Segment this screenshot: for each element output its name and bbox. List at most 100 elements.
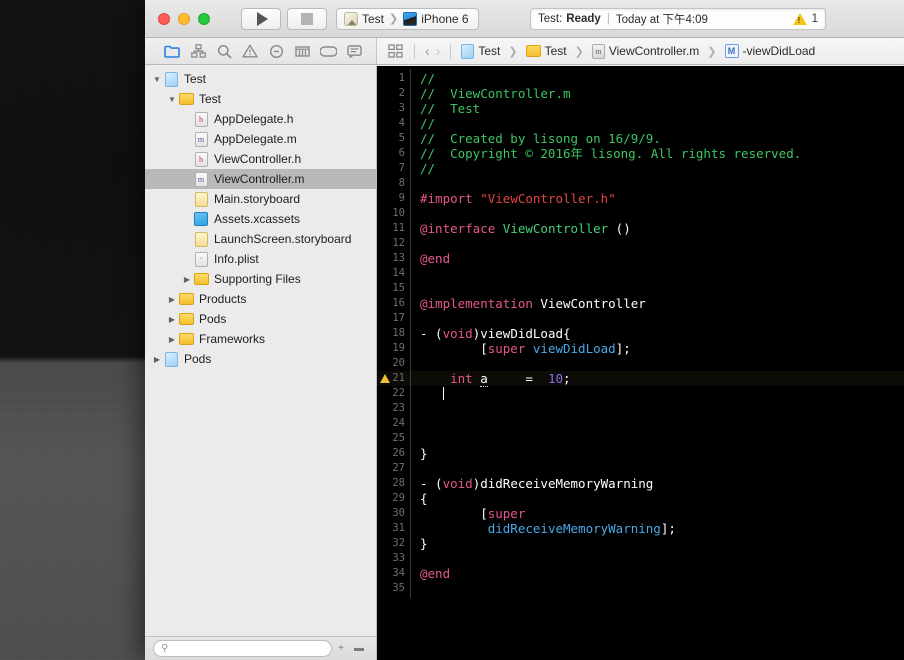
code-line[interactable]: 29 { bbox=[377, 489, 904, 508]
chevron-right-icon[interactable] bbox=[166, 335, 178, 344]
code-line[interactable]: 28- (void)didReceiveMemoryWarning bbox=[377, 474, 904, 493]
file-tree-row[interactable]: h ViewController.h bbox=[145, 149, 376, 169]
code-line[interactable]: 23 bbox=[377, 399, 904, 418]
stop-icon bbox=[301, 12, 313, 25]
chevron-down-icon[interactable] bbox=[151, 75, 163, 84]
file-tree-row[interactable]: Products bbox=[145, 289, 376, 309]
folder-icon bbox=[178, 313, 194, 325]
code-line[interactable]: 20 bbox=[377, 354, 904, 373]
report-navigator-icon[interactable] bbox=[345, 43, 363, 60]
code-line[interactable]: 8 bbox=[377, 174, 904, 193]
code-line[interactable]: 32} bbox=[377, 534, 904, 553]
file-tree-row[interactable]: LaunchScreen.storyboard bbox=[145, 229, 376, 249]
file-tree-row[interactable]: m ViewController.m bbox=[145, 169, 376, 189]
code-line[interactable]: 25 bbox=[377, 429, 904, 448]
code-line[interactable]: 5 // Created by lisong on 16/9/9. bbox=[377, 129, 904, 148]
chevron-right-icon[interactable] bbox=[166, 315, 178, 324]
code-line[interactable]: 1 // bbox=[377, 69, 904, 88]
code-line[interactable]: 15 bbox=[377, 279, 904, 298]
chevron-down-icon[interactable] bbox=[166, 95, 178, 104]
token-kw: @end bbox=[420, 251, 451, 266]
line-number: 11 bbox=[377, 219, 411, 238]
code-line[interactable]: 7 // bbox=[377, 159, 904, 178]
file-tree-row[interactable]: Test bbox=[145, 69, 376, 89]
chevron-right-icon[interactable] bbox=[151, 355, 163, 364]
scheme-destination-control[interactable]: Test ❯ iPhone 6 bbox=[336, 7, 479, 30]
close-button[interactable] bbox=[158, 12, 170, 25]
code-line[interactable]: 12 bbox=[377, 234, 904, 253]
code-line[interactable]: 11 @interface ViewController () bbox=[377, 219, 904, 238]
file-tree-row-label: ViewController.m bbox=[214, 172, 305, 186]
file-tree-row[interactable]: Test bbox=[145, 89, 376, 109]
find-navigator-icon[interactable] bbox=[215, 43, 233, 60]
file-tree-row[interactable]: Main.storyboard bbox=[145, 189, 376, 209]
token-kw: void bbox=[442, 476, 473, 491]
code-line[interactable]: 21 int a = 10; bbox=[377, 369, 904, 388]
file-tree-row[interactable]: Pods bbox=[145, 349, 376, 369]
chevron-right-icon[interactable] bbox=[181, 275, 193, 284]
forward-button[interactable]: › bbox=[436, 43, 441, 59]
activity-status-bar[interactable]: Test: Ready | Today at 下午4:09 1 bbox=[530, 8, 826, 30]
maximize-button[interactable] bbox=[198, 12, 210, 25]
code-lines: 1 // 2 // ViewController.m 3 // Test 4 // 5 // Cr… bbox=[377, 66, 904, 598]
file-tree-row[interactable]: Frameworks bbox=[145, 329, 376, 349]
add-button[interactable]: + bbox=[332, 643, 350, 654]
file-tree-row[interactable]: ≡ Info.plist bbox=[145, 249, 376, 269]
minimize-button[interactable] bbox=[178, 12, 190, 25]
warning-count[interactable]: 1 bbox=[812, 13, 818, 25]
folder-icon bbox=[178, 293, 194, 305]
line-number: 10 bbox=[377, 204, 411, 223]
code-line[interactable]: 31 didReceiveMemoryWarning]; bbox=[377, 519, 904, 538]
breadcrumb-group[interactable]: Test bbox=[525, 44, 567, 58]
breakpoint-navigator-icon[interactable] bbox=[319, 43, 337, 60]
code-line[interactable]: 6 // Copyright © 2016年 lisong. All rights… bbox=[377, 144, 904, 163]
issue-navigator-icon[interactable] bbox=[241, 43, 259, 60]
breadcrumb-file[interactable]: m ViewController.m bbox=[591, 43, 699, 59]
code-line[interactable]: 19 [super viewDidLoad]; bbox=[377, 339, 904, 358]
code-line[interactable]: 14 bbox=[377, 264, 904, 283]
code-line[interactable]: 34 @end bbox=[377, 564, 904, 583]
code-line[interactable]: 4 // bbox=[377, 114, 904, 133]
source-editor[interactable]: 1 // 2 // ViewController.m 3 // Test 4 // 5 // Cr… bbox=[377, 66, 904, 660]
code-line[interactable]: 9 #import "ViewController.h" bbox=[377, 189, 904, 208]
file-tree-row[interactable]: Supporting Files bbox=[145, 269, 376, 289]
related-items-icon[interactable] bbox=[386, 43, 404, 60]
header-file-icon-glyph: h bbox=[194, 151, 208, 167]
code-line[interactable]: 13 @end bbox=[377, 249, 904, 268]
line-source: @implementation ViewController bbox=[411, 296, 646, 311]
code-line[interactable]: 22 bbox=[377, 384, 904, 403]
back-button[interactable]: ‹ bbox=[425, 43, 430, 59]
file-tree-row[interactable]: Pods bbox=[145, 309, 376, 329]
code-line[interactable]: 33 bbox=[377, 549, 904, 568]
code-line[interactable]: 26} bbox=[377, 444, 904, 463]
line-source: // bbox=[411, 116, 435, 131]
code-line[interactable]: 2 // ViewController.m bbox=[377, 84, 904, 103]
filter-input[interactable]: ⚲ bbox=[153, 640, 332, 657]
status-state: Ready bbox=[566, 13, 601, 25]
code-line[interactable]: 10 bbox=[377, 204, 904, 223]
run-button[interactable] bbox=[241, 7, 281, 30]
filter-options-button[interactable]: ▬ bbox=[350, 643, 368, 654]
stop-button[interactable] bbox=[287, 7, 327, 30]
debug-navigator-icon[interactable] bbox=[293, 43, 311, 60]
project-navigator-icon[interactable] bbox=[163, 43, 181, 60]
folder-icon bbox=[178, 333, 194, 345]
file-tree-row[interactable]: m AppDelegate.m bbox=[145, 129, 376, 149]
chevron-right-icon[interactable] bbox=[166, 295, 178, 304]
test-navigator-icon[interactable] bbox=[267, 43, 285, 60]
code-line[interactable]: 24 bbox=[377, 414, 904, 433]
breadcrumb-project[interactable]: Test bbox=[461, 43, 500, 59]
file-tree-row[interactable]: Assets.xcassets bbox=[145, 209, 376, 229]
code-line[interactable]: 30 [super bbox=[377, 504, 904, 523]
code-line[interactable]: 17 bbox=[377, 309, 904, 328]
code-line[interactable]: 18- (void)viewDidLoad{ bbox=[377, 324, 904, 343]
code-line[interactable]: 35 bbox=[377, 579, 904, 598]
token-method: didReceiveMemoryWarning bbox=[487, 521, 661, 536]
line-source: - (void)didReceiveMemoryWarning bbox=[411, 476, 653, 491]
breadcrumb-symbol[interactable]: M -viewDidLoad bbox=[724, 44, 815, 58]
code-line[interactable]: 27 bbox=[377, 459, 904, 478]
code-line[interactable]: 16 @implementation ViewController bbox=[377, 294, 904, 313]
file-tree-row[interactable]: h AppDelegate.h bbox=[145, 109, 376, 129]
code-line[interactable]: 3 // Test bbox=[377, 99, 904, 118]
symbol-navigator-icon[interactable] bbox=[189, 43, 207, 60]
